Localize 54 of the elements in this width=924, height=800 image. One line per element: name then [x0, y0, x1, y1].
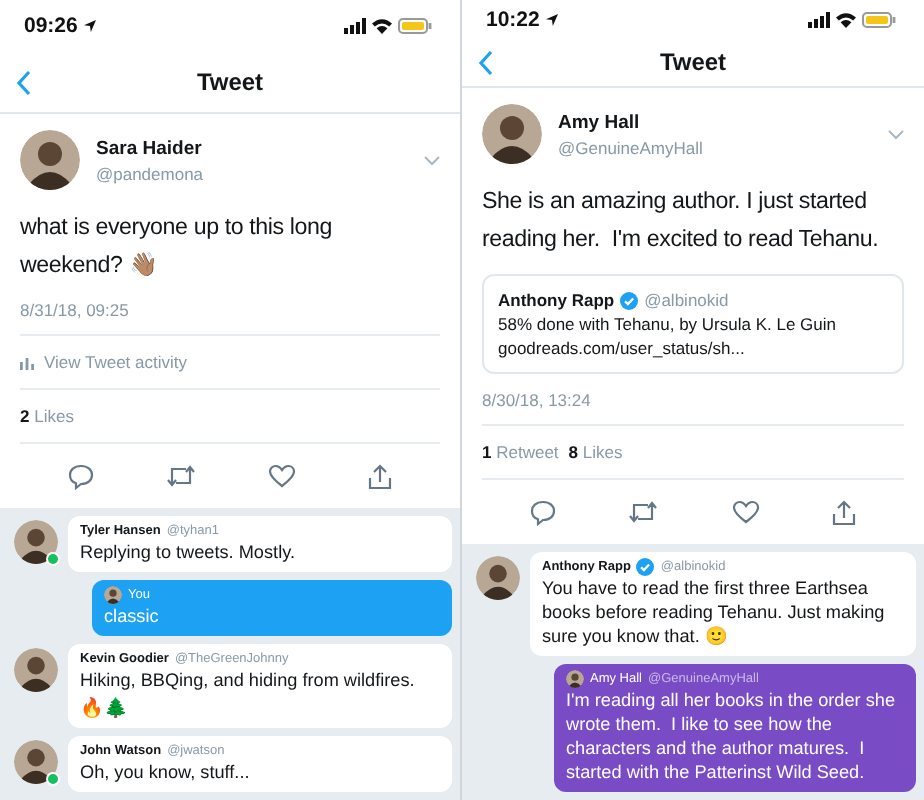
reply-icon[interactable]: [68, 463, 94, 489]
status-time: 09:26: [24, 14, 78, 38]
reply-icon[interactable]: [530, 499, 557, 525]
stat-count[interactable]: 2 Likes: [20, 406, 74, 426]
avatar: [104, 586, 122, 604]
screen-title: Tweet: [659, 48, 727, 77]
location-icon: [83, 20, 96, 32]
reply-text: You have to read the first three Earthsea books before reading Tehanu. Just making sure you know that. 🙂: [542, 576, 887, 648]
signal-icon: [808, 11, 830, 28]
tweet-text: what is everyone up to this long weekend? 👋🏽: [20, 212, 335, 282]
reply-text: I'm reading all her books in the order she wrote them. I like to see how the characters and the author matures. I started with the Patterinst Wild Seed.: [566, 688, 898, 784]
quoted-handle: @albinokid: [644, 288, 729, 312]
back-icon[interactable]: [16, 69, 32, 95]
share-icon[interactable]: [831, 499, 856, 525]
tweet-date: 8/31/18, 09:25: [20, 298, 131, 324]
wifi-icon: [372, 18, 392, 34]
avatar: [566, 670, 584, 688]
avatar: [482, 104, 542, 164]
signal-icon: [344, 18, 366, 34]
tweet-text: She is an amazing author. I just started reading her. I'm excited to read Tehanu.: [482, 186, 881, 256]
quoted-text: 58% done with Tehanu, by Ursula K. Le Guin: [498, 312, 839, 336]
quoted-tweet[interactable]: Anthony Rapp @albinokid 58% done with Tehanu, by Ursula K. Le Guin goodreads.com/user_status/sh...: [482, 274, 904, 374]
reply-text: Oh, you know, stuff...: [80, 760, 252, 784]
quoted-author: Anthony Rapp: [498, 288, 615, 312]
share-icon[interactable]: [368, 463, 392, 489]
author-handle: @pandemona: [96, 163, 206, 183]
reply-text: classic: [104, 604, 161, 628]
back-icon[interactable]: [478, 49, 494, 76]
screen-title: Tweet: [196, 68, 264, 96]
status-time: 10:22: [486, 7, 540, 32]
author-handle: @GenuineAmyHall: [558, 137, 705, 157]
reply-text: Replying to tweets. Mostly.: [80, 540, 297, 564]
avatar: [14, 520, 58, 564]
heart-icon[interactable]: [731, 500, 760, 524]
battery-icon: [398, 18, 432, 34]
reply-reactions: 🔥🌲: [80, 696, 130, 720]
tweet-date: 8/30/18, 13:24: [482, 388, 593, 414]
retweet-icon[interactable]: [166, 464, 196, 488]
bar-chart-icon: [20, 355, 34, 369]
author-name: Sara Haider: [96, 137, 204, 159]
stat-count[interactable]: 8 Likes: [568, 442, 623, 462]
battery-icon: [862, 11, 896, 28]
reply-text: Hiking, BBQing, and hiding from wildfires.: [80, 668, 417, 692]
avatar: [14, 648, 58, 692]
wifi-icon: [836, 11, 856, 28]
stat-count[interactable]: 1 Retweet: [482, 442, 559, 462]
author-name: Amy Hall: [558, 111, 642, 133]
avatar: [20, 130, 80, 190]
location-icon: [545, 13, 558, 26]
quoted-link[interactable]: goodreads.com/user_status/sh...: [498, 336, 888, 360]
avatar: [476, 556, 520, 600]
retweet-icon[interactable]: [628, 500, 659, 524]
avatar: [14, 740, 58, 784]
heart-icon[interactable]: [268, 464, 296, 488]
